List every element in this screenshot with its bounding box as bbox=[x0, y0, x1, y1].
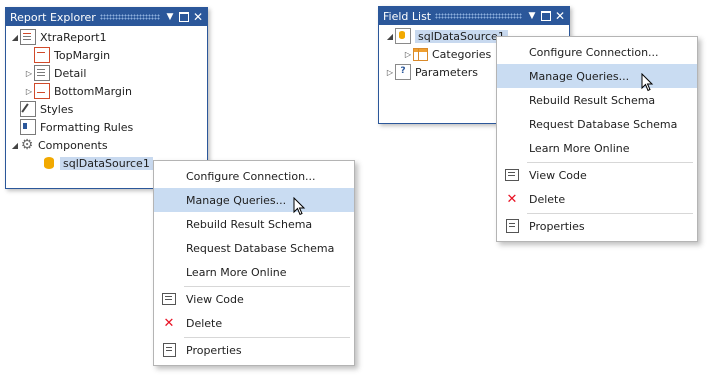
menu-item-view-code[interactable]: View Code bbox=[154, 287, 354, 311]
tree-node-label: sqlDataSource1 bbox=[415, 29, 508, 43]
menu-item-learn-more-online[interactable]: Learn More Online bbox=[154, 260, 354, 284]
collapse-arrow-icon[interactable]: ▷ bbox=[24, 69, 34, 78]
context-menu-report-explorer: Configure Connection... Manage Queries..… bbox=[153, 160, 355, 366]
context-menu-field-list: Configure Connection... Manage Queries..… bbox=[496, 36, 698, 242]
tree-node-label: Formatting Rules bbox=[40, 120, 134, 134]
database-icon bbox=[44, 157, 54, 169]
field-list-title: Field List bbox=[383, 9, 432, 23]
properties-icon bbox=[505, 219, 519, 233]
menu-item-request-database-schema[interactable]: Request Database Schema bbox=[497, 112, 697, 136]
tree-node-label: BottomMargin bbox=[54, 84, 132, 98]
dropdown-icon[interactable]: ▼ bbox=[164, 11, 176, 23]
tree-node-label: Components bbox=[38, 138, 108, 152]
tree-node-top-margin[interactable]: TopMargin bbox=[34, 46, 110, 64]
field-node-datasource[interactable]: ◢ sqlDataSource1 bbox=[385, 27, 508, 45]
report-explorer-header[interactable]: Report Explorer ▼ ✕ bbox=[6, 8, 207, 26]
mouse-pointer-icon bbox=[641, 73, 654, 92]
close-icon[interactable]: ✕ bbox=[192, 10, 204, 24]
collapse-arrow-icon[interactable]: ▷ bbox=[403, 50, 413, 59]
collapse-arrow-icon[interactable]: ▷ bbox=[24, 87, 34, 96]
menu-item-properties[interactable]: Properties bbox=[497, 214, 697, 238]
field-list-header[interactable]: Field List ▼ ✕ bbox=[379, 7, 569, 25]
view-code-icon bbox=[505, 168, 519, 182]
menu-item-manage-queries[interactable]: Manage Queries... bbox=[154, 188, 354, 212]
menu-item-view-code[interactable]: View Code bbox=[497, 163, 697, 187]
close-icon[interactable]: ✕ bbox=[554, 9, 566, 23]
tree-node-report[interactable]: ◢ XtraReport1 bbox=[10, 28, 107, 46]
maximize-icon[interactable] bbox=[178, 11, 190, 23]
menu-item-configure-connection[interactable]: Configure Connection... bbox=[154, 164, 354, 188]
band-icon bbox=[34, 47, 50, 63]
menu-item-rebuild-result-schema[interactable]: Rebuild Result Schema bbox=[497, 88, 697, 112]
dropdown-icon[interactable]: ▼ bbox=[526, 10, 538, 22]
tree-node-bottom-margin[interactable]: ▷ BottomMargin bbox=[24, 82, 132, 100]
band-icon bbox=[34, 83, 50, 99]
view-code-icon bbox=[162, 292, 176, 306]
tree-node-label: Parameters bbox=[415, 65, 478, 79]
datasource-icon bbox=[395, 28, 411, 44]
expand-arrow-icon[interactable]: ◢ bbox=[10, 33, 20, 42]
menu-item-delete[interactable]: ✕ Delete bbox=[497, 187, 697, 211]
menu-item-delete[interactable]: ✕ Delete bbox=[154, 311, 354, 335]
tree-node-label: TopMargin bbox=[54, 48, 111, 62]
mouse-pointer-icon bbox=[293, 197, 306, 216]
parameters-icon: ? bbox=[395, 64, 411, 80]
collapse-arrow-icon[interactable]: ▷ bbox=[385, 68, 395, 77]
drag-grip[interactable] bbox=[99, 14, 160, 20]
tree-node-label: sqlDataSource1 bbox=[60, 156, 153, 170]
drag-grip[interactable] bbox=[435, 13, 522, 19]
tree-node-styles[interactable]: Styles bbox=[20, 100, 73, 118]
styles-icon bbox=[20, 101, 36, 117]
tree-node-label: Categories bbox=[432, 47, 492, 61]
tree-node-label: Styles bbox=[40, 102, 74, 116]
formatting-rules-icon bbox=[20, 119, 36, 135]
report-icon bbox=[20, 29, 36, 45]
field-node-parameters[interactable]: ▷ ? Parameters bbox=[385, 63, 478, 81]
report-explorer-title: Report Explorer bbox=[10, 10, 96, 24]
tree-node-formatting-rules[interactable]: Formatting Rules bbox=[20, 118, 133, 136]
delete-icon: ✕ bbox=[163, 315, 175, 331]
menu-item-properties[interactable]: Properties bbox=[154, 338, 354, 362]
delete-icon: ✕ bbox=[506, 191, 518, 207]
menu-item-learn-more-online[interactable]: Learn More Online bbox=[497, 136, 697, 160]
table-icon bbox=[413, 47, 428, 61]
menu-item-rebuild-result-schema[interactable]: Rebuild Result Schema bbox=[154, 212, 354, 236]
gear-icon: ⚙ bbox=[20, 137, 34, 153]
expand-arrow-icon[interactable]: ◢ bbox=[10, 141, 20, 150]
band-icon bbox=[34, 65, 50, 81]
tree-node-label: Detail bbox=[54, 66, 87, 80]
tree-node-datasource[interactable]: sqlDataSource1 bbox=[44, 154, 153, 172]
menu-item-request-database-schema[interactable]: Request Database Schema bbox=[154, 236, 354, 260]
properties-icon bbox=[162, 343, 176, 357]
tree-node-components[interactable]: ◢ ⚙ Components bbox=[10, 136, 108, 154]
tree-node-detail[interactable]: ▷ Detail bbox=[24, 64, 86, 82]
menu-item-configure-connection[interactable]: Configure Connection... bbox=[497, 40, 697, 64]
expand-arrow-icon[interactable]: ◢ bbox=[385, 32, 395, 41]
field-node-categories[interactable]: ▷ Categories bbox=[403, 45, 491, 63]
tree-node-label: XtraReport1 bbox=[40, 30, 107, 44]
maximize-icon[interactable] bbox=[540, 10, 552, 22]
menu-item-manage-queries[interactable]: Manage Queries... bbox=[497, 64, 697, 88]
